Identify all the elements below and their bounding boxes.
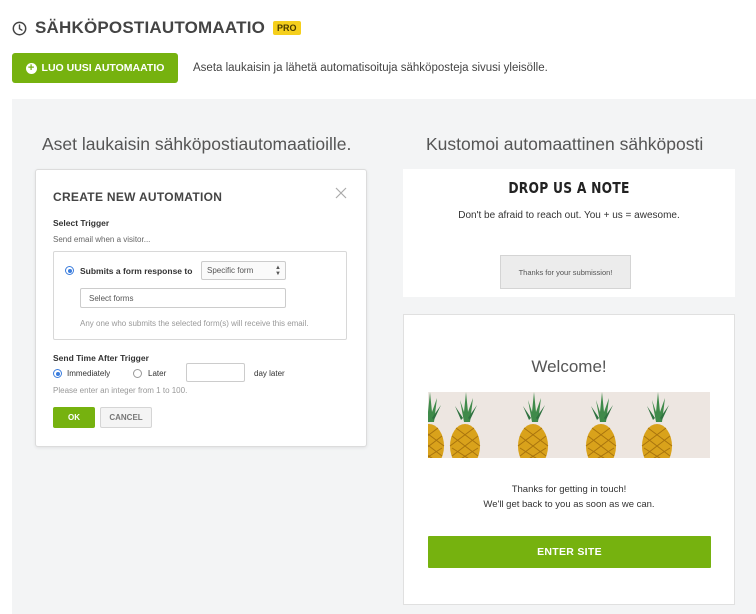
ok-button[interactable]: OK xyxy=(53,407,95,428)
days-input[interactable] xyxy=(186,363,245,382)
welcome-line-1: Thanks for getting in touch! xyxy=(511,484,627,495)
trigger-box: Submits a form response to Specific form… xyxy=(53,251,347,340)
page-header: SÄHKÖPOSTIAUTOMAATIO PRO xyxy=(12,16,301,40)
feature-panel: Aset laukaisin sähköpostiautomaatioille.… xyxy=(12,99,756,614)
trigger-help-text: Any one who submits the selected form(s)… xyxy=(80,319,309,328)
select-trigger-label: Select Trigger xyxy=(53,218,110,228)
clock-icon xyxy=(12,21,27,35)
note-heading: DROP US A NOTE xyxy=(508,179,630,197)
pro-badge: PRO xyxy=(273,21,301,35)
page-description: Aseta laukaisin ja lähetä automatisoituj… xyxy=(193,62,548,74)
later-label: Later xyxy=(148,369,167,378)
modal-title: CREATE NEW AUTOMATION xyxy=(53,190,223,204)
create-automation-button[interactable]: + LUO UUSI AUTOMAATIO xyxy=(12,53,178,83)
create-automation-modal: CREATE NEW AUTOMATION Select Trigger Sen… xyxy=(35,169,367,447)
later-radio[interactable] xyxy=(133,369,142,378)
create-automation-label: LUO UUSI AUTOMAATIO xyxy=(41,62,165,74)
integer-hint: Please enter an integer from 1 to 100. xyxy=(53,386,188,395)
trigger-option-label: Submits a form response to xyxy=(80,266,193,276)
page-title: SÄHKÖPOSTIAUTOMAATIO xyxy=(35,18,266,37)
send-time-label: Send Time After Trigger xyxy=(53,353,149,363)
submission-thanks-box: Thanks for your submission! xyxy=(500,255,631,289)
day-later-label: day later xyxy=(254,369,285,378)
cancel-button[interactable]: CANCEL xyxy=(100,407,152,428)
enter-site-button[interactable]: ENTER SITE xyxy=(428,536,711,568)
form-response-radio[interactable] xyxy=(65,266,74,275)
welcome-email-preview: Welcome! Thanks for getting in touch! We… xyxy=(403,314,735,605)
welcome-heading: Welcome! xyxy=(531,357,607,376)
right-column-title: Kustomoi automaattinen sähköposti xyxy=(426,134,704,154)
welcome-text: Thanks for getting in touch! We'll get b… xyxy=(404,482,734,512)
plus-icon: + xyxy=(25,62,37,74)
form-type-value: Specific form xyxy=(207,266,254,275)
select-arrows-icon: ▲ ▼ xyxy=(275,265,281,277)
send-when-text: Send email when a visitor... xyxy=(53,235,151,244)
left-column-title: Aset laukaisin sähköpostiautomaatioille. xyxy=(42,134,352,154)
immediately-radio[interactable] xyxy=(53,369,62,378)
close-icon[interactable] xyxy=(334,186,348,200)
note-form-preview: DROP US A NOTE Don't be afraid to reach … xyxy=(403,169,735,297)
select-forms-input[interactable]: Select forms xyxy=(80,288,286,308)
pineapples-icon xyxy=(428,392,673,458)
select-forms-placeholder: Select forms xyxy=(89,294,134,303)
form-type-select[interactable]: Specific form ▲ ▼ xyxy=(201,261,286,280)
welcome-line-2: We'll get back to you as soon as we can. xyxy=(483,499,655,510)
immediately-label: Immediately xyxy=(67,369,111,378)
note-subtext: Don't be afraid to reach out. You + us =… xyxy=(458,210,680,221)
pineapple-image xyxy=(428,392,710,458)
